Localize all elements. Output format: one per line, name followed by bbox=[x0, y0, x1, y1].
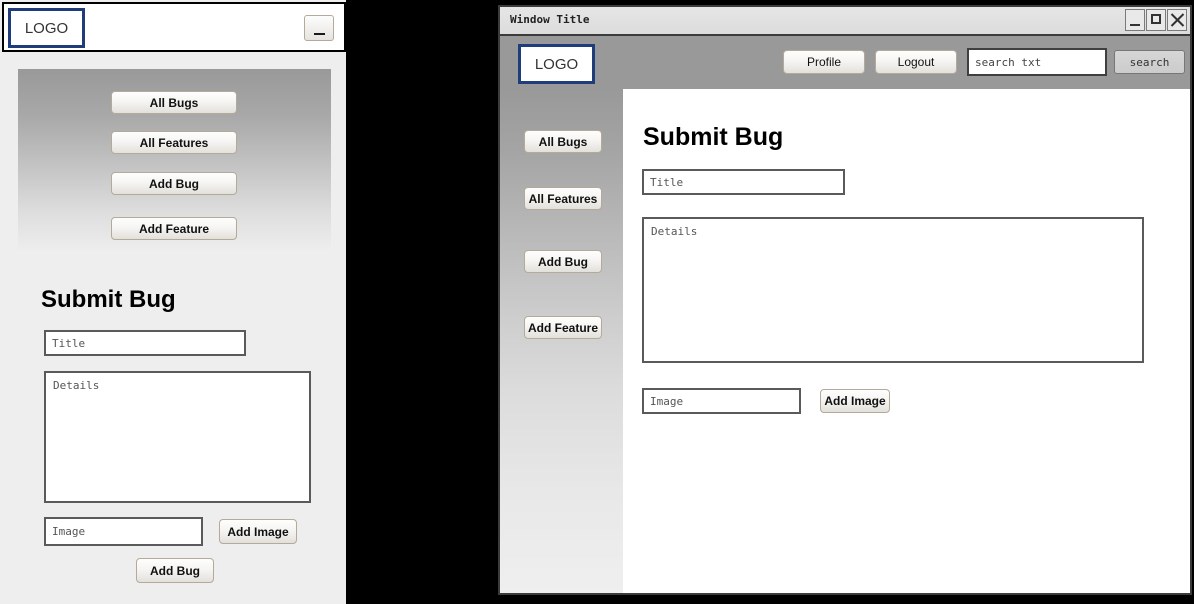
close-icon[interactable] bbox=[1167, 9, 1187, 31]
search-button[interactable]: search bbox=[1114, 50, 1185, 74]
mobile-add-image-button[interactable]: Add Image bbox=[219, 519, 297, 544]
mobile-content: Submit Bug Title Details Image Add Image… bbox=[0, 254, 346, 602]
mobile-nav-item-add-bug[interactable]: Add Bug bbox=[111, 172, 237, 195]
mobile-page-title: Submit Bug bbox=[41, 286, 176, 313]
desktop-page-title: Submit Bug bbox=[643, 123, 784, 151]
wireframe-stage: LOGO All Bugs All Features Add Bug Add F… bbox=[0, 0, 1194, 604]
maximize-glyph bbox=[1151, 14, 1161, 24]
desktop-sidebar: All Bugs All Features Add Bug Add Featur… bbox=[500, 89, 623, 593]
desktop-image-input[interactable]: Image bbox=[642, 388, 801, 414]
desktop-add-image-button[interactable]: Add Image bbox=[820, 389, 890, 413]
search-input[interactable]: search txt bbox=[967, 48, 1107, 76]
minimize-icon[interactable] bbox=[304, 15, 334, 41]
logout-button[interactable]: Logout bbox=[875, 50, 957, 74]
desktop-main-content: Submit Bug Title Details Image Add Image bbox=[623, 89, 1190, 593]
window-controls bbox=[1125, 9, 1187, 31]
mobile-details-textarea[interactable]: Details bbox=[44, 371, 311, 503]
mobile-header: LOGO bbox=[2, 2, 346, 52]
mobile-view: LOGO All Bugs All Features Add Bug Add F… bbox=[0, 0, 348, 604]
mobile-nav-panel: All Bugs All Features Add Bug Add Featur… bbox=[18, 69, 331, 254]
desktop-header: LOGO Profile Logout search txt search bbox=[500, 36, 1190, 89]
mobile-nav-item-all-bugs[interactable]: All Bugs bbox=[111, 91, 237, 114]
minimize-icon[interactable] bbox=[1125, 9, 1145, 31]
desktop-title-input[interactable]: Title bbox=[642, 169, 845, 195]
sidebar-item-add-bug[interactable]: Add Bug bbox=[524, 250, 602, 273]
mobile-nav-item-all-features[interactable]: All Features bbox=[111, 131, 237, 154]
minimize-glyph bbox=[313, 33, 325, 35]
desktop-window: Window Title LOGO Profile Logout search … bbox=[498, 5, 1192, 595]
sidebar-item-all-features[interactable]: All Features bbox=[524, 187, 602, 210]
header-actions: Profile Logout search txt search bbox=[783, 48, 1185, 76]
desktop-details-textarea[interactable]: Details bbox=[642, 217, 1144, 363]
mobile-logo[interactable]: LOGO bbox=[8, 8, 85, 48]
profile-button[interactable]: Profile bbox=[783, 50, 865, 74]
minimize-glyph bbox=[1130, 24, 1140, 26]
mobile-title-input[interactable]: Title bbox=[44, 330, 246, 356]
window-titlebar[interactable]: Window Title bbox=[500, 7, 1190, 36]
mobile-nav-item-add-feature[interactable]: Add Feature bbox=[111, 217, 237, 240]
mobile-add-bug-button[interactable]: Add Bug bbox=[136, 558, 214, 583]
sidebar-item-add-feature[interactable]: Add Feature bbox=[524, 316, 602, 339]
window-title-text: Window Title bbox=[510, 13, 590, 26]
desktop-logo[interactable]: LOGO bbox=[518, 44, 595, 84]
maximize-icon[interactable] bbox=[1146, 9, 1166, 31]
mobile-image-input[interactable]: Image bbox=[44, 517, 203, 546]
sidebar-item-all-bugs[interactable]: All Bugs bbox=[524, 130, 602, 153]
